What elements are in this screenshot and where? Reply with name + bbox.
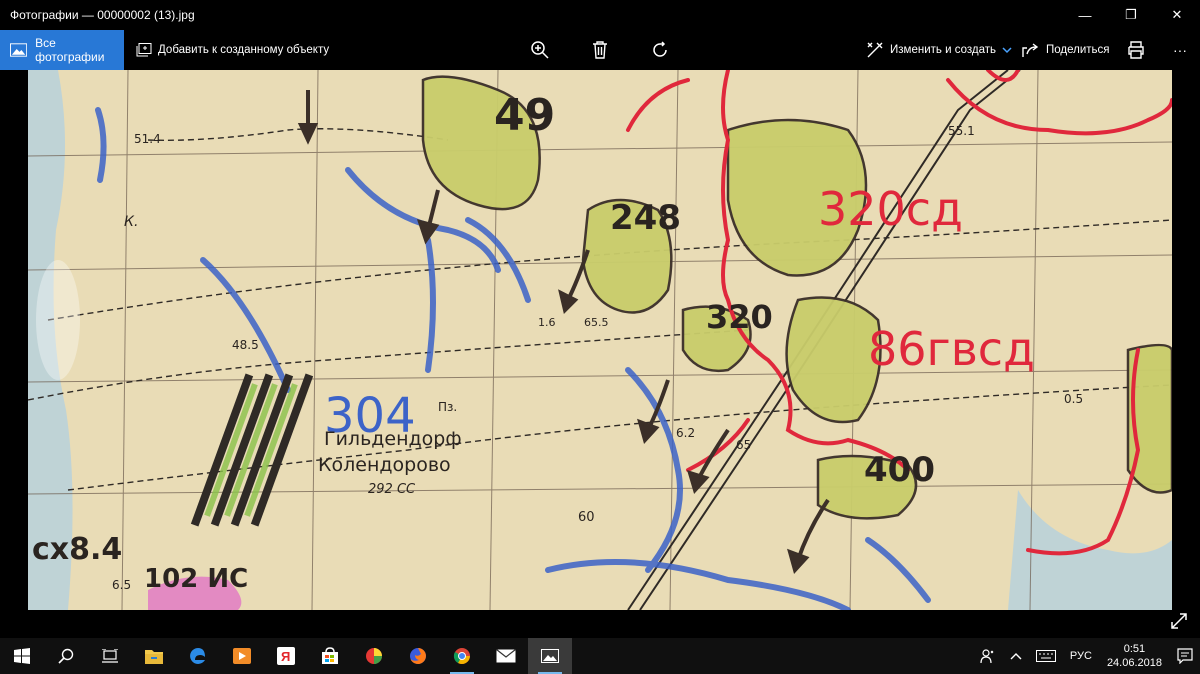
delete-button[interactable] <box>580 30 620 70</box>
clock-time: 0:51 <box>1123 643 1146 655</box>
label-48-5: 48.5 <box>232 338 259 352</box>
taskbar-yandex[interactable]: Я <box>264 638 308 674</box>
edge-icon <box>190 648 205 664</box>
zoom-in-icon <box>531 41 549 59</box>
label-65-5: 65.5 <box>584 316 609 329</box>
fullscreen-button[interactable] <box>1166 608 1192 634</box>
label-pz: Пз. <box>438 400 458 414</box>
yandex-icon: Я <box>277 647 295 665</box>
edit-icon <box>867 42 883 58</box>
add-to-creation-icon <box>136 43 152 57</box>
taskbar: Я РУС 0:51 24.06.2018 <box>0 638 1200 674</box>
trash-icon <box>593 41 607 59</box>
edit-create-button[interactable]: Изменить и создать <box>866 30 1018 70</box>
label-400: 400 <box>864 450 935 490</box>
share-label: Поделиться <box>1046 44 1110 56</box>
close-button[interactable]: ✕ <box>1154 0 1200 30</box>
taskbar-edge[interactable] <box>176 638 220 674</box>
people-button[interactable] <box>973 638 1003 674</box>
people-icon <box>980 649 994 664</box>
mail-icon <box>496 649 516 663</box>
zoom-button[interactable] <box>520 30 560 70</box>
title-bar: Фотографии — 00000002 (13).jpg — ❐ ✕ <box>0 0 1200 30</box>
store-icon <box>322 647 338 664</box>
photos-icon <box>10 43 28 57</box>
more-button[interactable]: ··· <box>1160 30 1200 70</box>
share-button[interactable]: Поделиться <box>1022 30 1110 70</box>
image-viewer: 49 248 320 320сд 86гвсд 304 400 51.4 48.… <box>0 70 1200 638</box>
taskbar-mail[interactable] <box>484 638 528 674</box>
media-player-icon <box>233 648 251 664</box>
label-60: 60 <box>578 510 595 525</box>
language-indicator[interactable]: РУС <box>1063 638 1099 674</box>
task-view-icon <box>102 649 118 663</box>
svg-text:Я: Я <box>281 649 290 664</box>
chevron-up-icon <box>1010 653 1022 660</box>
show-hidden-icons-button[interactable] <box>1003 638 1029 674</box>
firefox-icon <box>410 648 426 664</box>
share-icon <box>1022 43 1039 57</box>
search-button[interactable] <box>44 638 88 674</box>
label-k: К. <box>124 214 139 230</box>
label-102: 102 ИС <box>144 564 249 594</box>
toolbar: Все фотографии Добавить к созданному объ… <box>0 30 1200 70</box>
label-6-5: 6.5 <box>112 578 132 592</box>
label-kolendorovo: Колендорово <box>318 454 451 476</box>
label-gildendorf: Гильдендорф <box>324 428 462 450</box>
label-51-4: 51.4 <box>134 132 161 146</box>
label-320sd: 320сд <box>818 182 963 236</box>
forest-86 <box>785 296 882 424</box>
taskbar-firefox[interactable] <box>396 638 440 674</box>
search-icon <box>58 648 74 664</box>
taskbar-app-colorful[interactable] <box>352 638 396 674</box>
label-0-5: 0.5 <box>1064 392 1084 406</box>
add-to-creation-label: Добавить к созданному объекту <box>158 44 330 56</box>
windows-icon <box>14 648 30 664</box>
clock-date: 24.06.2018 <box>1106 657 1162 669</box>
label-320: 320 <box>706 298 773 336</box>
print-button[interactable] <box>1116 30 1156 70</box>
label-49: 49 <box>494 90 556 141</box>
taskbar-media[interactable] <box>220 638 264 674</box>
maximize-button[interactable]: ❐ <box>1108 0 1154 30</box>
taskbar-photos[interactable] <box>528 638 572 674</box>
label-65: 65 <box>736 438 752 452</box>
label-86gvsd: 86гвсд <box>868 322 1035 376</box>
add-to-creation-button[interactable]: Добавить к созданному объекту <box>136 30 329 70</box>
chrome-icon <box>453 648 470 665</box>
label-292cc: 292 СС <box>368 482 416 497</box>
printer-icon <box>1128 41 1144 59</box>
label-6-2: 6.2 <box>676 426 696 440</box>
rotate-button[interactable] <box>640 30 680 70</box>
task-view-button[interactable] <box>88 638 132 674</box>
rotate-icon <box>653 41 667 57</box>
window-title: Фотографии — 00000002 (13).jpg <box>10 8 195 22</box>
folder-icon <box>145 650 163 664</box>
edit-create-label: Изменить и создать <box>890 44 996 56</box>
label-55-1: 55.1 <box>948 124 975 138</box>
taskbar-store[interactable] <box>308 638 352 674</box>
keyboard-icon <box>1035 650 1056 662</box>
expand-icon <box>1171 613 1187 629</box>
taskbar-chrome[interactable] <box>440 638 484 674</box>
keyboard-button[interactable] <box>1029 638 1063 674</box>
notification-icon <box>1177 648 1193 664</box>
start-button[interactable] <box>0 638 44 674</box>
minimize-button[interactable]: — <box>1062 0 1108 30</box>
all-photos-label: Все фотографии <box>35 36 105 64</box>
all-photos-button[interactable]: Все фотографии <box>0 30 124 70</box>
taskbar-explorer[interactable] <box>132 638 176 674</box>
chevron-down-icon <box>1002 47 1012 54</box>
system-tray: РУС 0:51 24.06.2018 <box>973 638 1200 674</box>
label-248: 248 <box>610 198 681 238</box>
action-center-button[interactable] <box>1170 638 1200 674</box>
label-sx84: сх8.4 <box>32 532 123 567</box>
map-image: 49 248 320 320сд 86гвсд 304 400 51.4 48.… <box>28 70 1172 610</box>
colorful-ball-icon <box>366 648 382 664</box>
label-1-6: 1.6 <box>538 316 556 329</box>
clock[interactable]: 0:51 24.06.2018 <box>1099 642 1170 670</box>
photos-app-icon <box>541 649 559 663</box>
